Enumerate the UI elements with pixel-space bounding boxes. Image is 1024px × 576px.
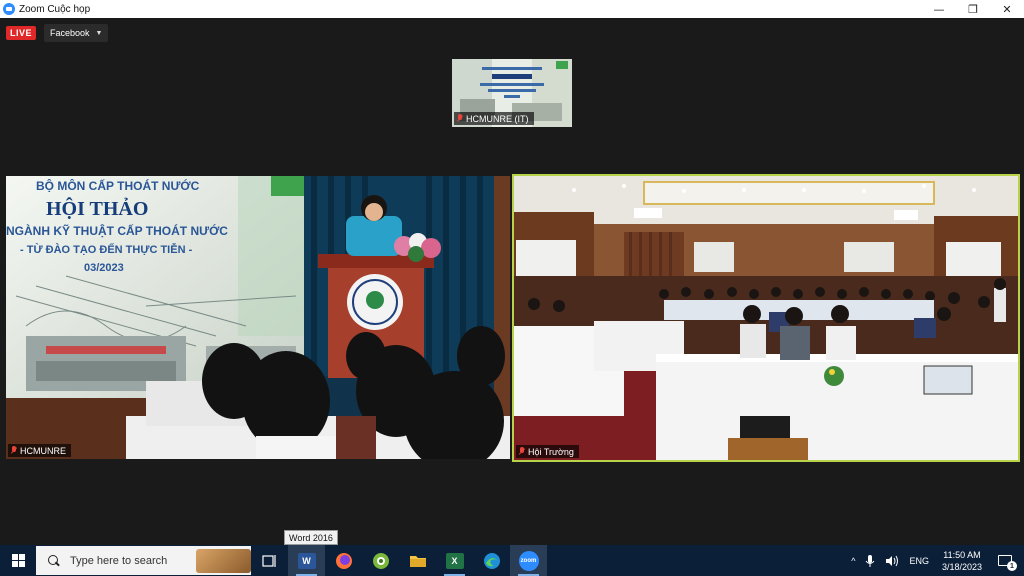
clock-time: 11:50 AM [943,549,981,560]
notification-icon: 1 [998,555,1017,571]
window-title: Zoom Cuộc họp [19,3,91,15]
taskbar-app-excel[interactable]: X [436,545,473,576]
taskbar-app-word[interactable]: W [288,545,325,576]
taskbar-tooltip: Word 2016 [284,530,338,545]
mic-muted-icon [457,114,463,123]
folder-icon [409,555,426,567]
caret-down-icon: ▼ [95,29,103,37]
search-input[interactable] [70,554,210,567]
search-highlight-image [196,549,251,573]
volume-tray-button[interactable] [880,545,904,576]
taskbar-search[interactable] [36,546,251,575]
edge-icon [483,552,500,569]
notification-count: 1 [1007,561,1017,571]
microphone-icon [866,554,875,567]
conference-hall-video [514,176,1018,460]
zoom-app-icon [3,3,15,15]
show-hidden-icons-button[interactable]: ^ [846,545,860,576]
zoom-icon: zoom [518,550,539,571]
action-center-button[interactable]: 1 [990,545,1024,576]
greenshot-icon [372,552,389,569]
search-icon [48,554,60,567]
close-button[interactable]: ✕ [990,0,1024,18]
taskbar-clock[interactable]: 11:50 AM 3/18/2023 [934,549,990,573]
speaker-icon [886,555,899,566]
mic-muted-icon [519,447,525,456]
participant-name-tag: HCMUNRE [8,444,71,457]
start-button[interactable] [0,545,36,576]
windows-taskbar: W X zoom ^ [0,545,1024,576]
meeting-stage: LIVE Facebook ▼ HCMUNRE (IT) BỘ MÔN CẤP … [0,18,1024,545]
participant-name-tag: Hội Trường [516,445,579,458]
stream-destination-label: Facebook [50,28,90,38]
task-view-button[interactable] [251,545,288,576]
maximize-button[interactable]: ❐ [956,0,990,18]
clock-date: 3/18/2023 [941,561,982,572]
window-controls: — ❐ ✕ [922,0,1024,18]
taskbar-app-file-explorer[interactable] [399,545,436,576]
slide-tagline: - TỪ ĐÀO TẠO ĐẾN THỰC TIỄN - [20,244,193,256]
taskbar-app-greenshot[interactable] [362,545,399,576]
taskbar-app-edge[interactable] [473,545,510,576]
language-indicator[interactable]: ENG [904,545,934,576]
participant-name-tag: HCMUNRE (IT) [454,112,534,125]
firefox-icon [335,552,352,569]
task-view-icon [261,554,276,567]
participant-name: Hội Trường [528,446,574,457]
active-speaker-video-tile[interactable]: Hội Trường [512,174,1020,462]
system-tray: ^ ENG 11:50 AM 3/18/2023 1 [846,545,1024,576]
window-titlebar: Zoom Cuộc họp — ❐ ✕ [0,0,1024,18]
participant-video-tile[interactable]: BỘ MÔN CẤP THOÁT NƯỚC HỘI THẢO NGÀNH KỸ … [6,176,510,459]
word-icon: W [297,552,316,569]
slide-title: HỘI THẢO [46,198,149,220]
participant-name: HCMUNRE [20,445,66,456]
windows-logo-icon [11,554,25,567]
mic-muted-icon [11,446,17,455]
stream-destination-button[interactable]: Facebook ▼ [44,24,109,42]
slide-date: 03/2023 [84,262,124,274]
excel-icon: X [445,552,464,569]
participant-thumbnail[interactable]: HCMUNRE (IT) [452,59,572,127]
taskbar-app-zoom[interactable]: zoom [510,545,547,576]
minimize-button[interactable]: — [922,0,956,18]
participant-name: HCMUNRE (IT) [466,113,529,124]
slide-subtitle: NGÀNH KỸ THUẬT CẤP THOÁT NƯỚC [6,224,228,238]
slide-heading: BỘ MÔN CẤP THOÁT NƯỚC [36,179,200,193]
microphone-tray-button[interactable] [860,545,880,576]
taskbar-app-firefox[interactable] [325,545,362,576]
live-badge[interactable]: LIVE [6,26,37,40]
